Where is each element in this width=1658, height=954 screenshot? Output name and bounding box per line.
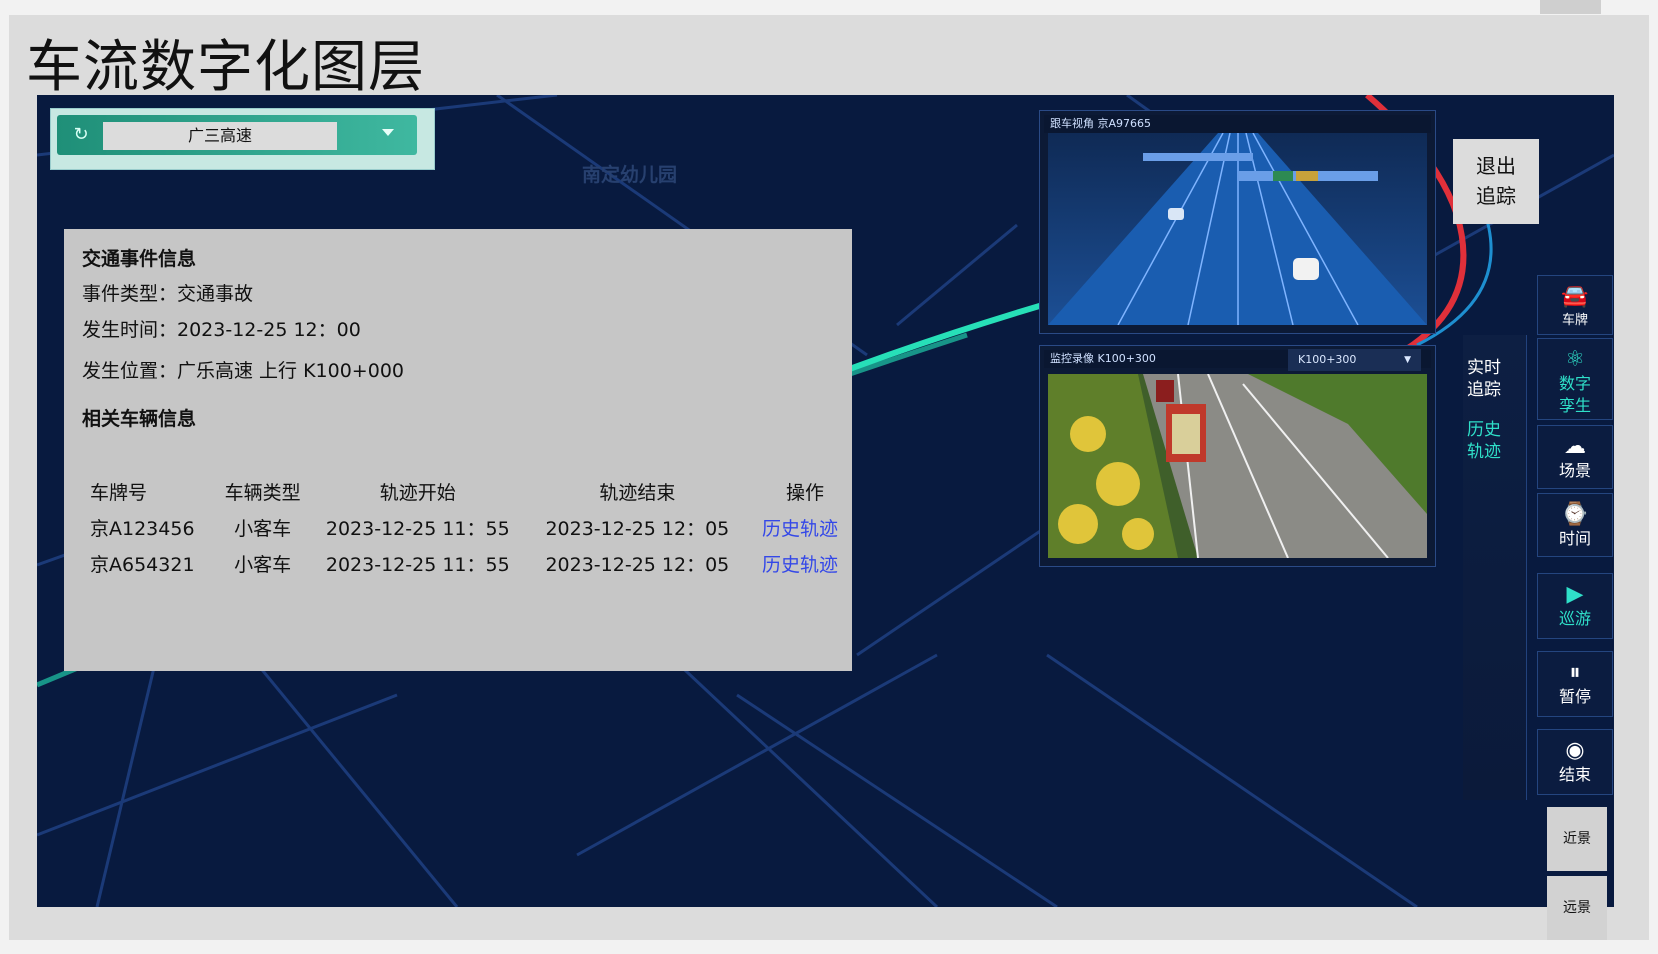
realtime-tracking-item[interactable]: 实时 追踪 [1467,357,1501,401]
realtime-tracking-label: 实时 [1467,358,1501,378]
table-row: 京A654321 小客车 2023-12-25 11：55 2023-12-25… [78,545,838,581]
digital-twin-label: 孪生 [1558,396,1591,415]
history-tracking-label: 轨迹 [1467,442,1501,462]
end-tool-label: 结束 [1558,765,1591,784]
camera-select[interactable]: K100+300 ▼ [1288,349,1421,371]
refresh-icon[interactable]: ↻ [71,125,91,145]
plate-cell: 京A123456 [90,517,195,540]
near-view-button[interactable]: 近景 [1547,807,1607,871]
highway-camera-image [1048,373,1427,559]
pause-tool-label: 暂停 [1558,687,1591,706]
end-tool[interactable]: ◉ 结束 [1537,729,1613,795]
highway-3d-image [1048,132,1427,326]
car-icon: 🚘 [1561,284,1589,309]
play-icon: ▶ [1566,582,1584,607]
history-track-link[interactable]: 历史轨迹 [762,554,838,576]
monitor-video[interactable] [1048,373,1427,559]
top-tab[interactable] [1540,0,1601,14]
pause-icon: ⏸ [1569,660,1581,685]
page-title: 车流数字化图层 [26,35,425,100]
column-header: 车牌号 [90,481,148,504]
follow-car-video[interactable] [1048,132,1427,326]
digital-twin-tool[interactable]: ⚛ 数字 孪生 [1537,338,1613,420]
far-view-button[interactable]: 远景 [1547,876,1607,940]
start-cell: 2023-12-25 11：55 [325,553,510,576]
type-cell: 小客车 [234,517,292,540]
history-tracking-item[interactable]: 历史 轨迹 [1467,419,1501,463]
scene-tool[interactable]: ☁ 场景 [1537,425,1613,489]
event-info-panel: 交通事件信息 事件类型：交通事故 发生时间：2023-12-25 12：00 发… [64,229,852,671]
chevron-down-icon: ▼ [1404,355,1411,365]
table-header-row: 车牌号 车辆类型 轨迹开始 轨迹结束 操作 [78,473,838,509]
poi-label: 南定幼儿园 [582,164,678,186]
plate-cell: 京A654321 [90,553,195,576]
event-section-title: 交通事件信息 [82,248,197,270]
table-row: 京A123456 小客车 2023-12-25 11：55 2023-12-25… [78,509,838,545]
realtime-tracking-label: 追踪 [1467,380,1501,400]
scene-tool-label: 场景 [1558,461,1591,480]
camera-select-value: K100+300 [1298,353,1357,366]
eye-icon: ◉ [1565,738,1585,763]
cloud-icon: ☁ [1564,434,1586,459]
end-cell: 2023-12-25 12：05 [545,553,730,576]
history-tracking-label: 历史 [1467,420,1501,440]
event-time: 发生时间：2023-12-25 12：00 [82,319,361,341]
plate-tool[interactable]: 🚘 车牌 [1537,275,1613,335]
cruise-tool-label: 巡游 [1558,609,1591,628]
chevron-down-icon[interactable] [382,129,394,136]
end-cell: 2023-12-25 12：05 [545,517,730,540]
exit-tracking-button[interactable]: 退出 追踪 [1453,139,1539,224]
atom-icon: ⚛ [1565,347,1585,372]
column-header: 操作 [785,481,824,504]
start-cell: 2023-12-25 11：55 [325,517,510,540]
monitor-video-panel[interactable]: 监控录像 K100+300 K100+300 ▼ [1039,345,1436,567]
time-tool-label: 时间 [1558,529,1591,548]
vehicle-section-title: 相关车辆信息 [82,408,197,430]
exit-tracking-line1: 退出 [1476,154,1516,178]
digital-twin-label: 数字 [1558,374,1591,393]
exit-tracking-line2: 追踪 [1476,184,1516,208]
column-header: 轨迹结束 [599,481,676,504]
follow-car-video-panel[interactable]: 跟车视角 京A97665 [1039,110,1436,334]
road-selector[interactable]: ↻ 广三高速 [50,108,435,170]
vehicle-table: 车牌号 车辆类型 轨迹开始 轨迹结束 操作 京A123456 小客车 2023-… [78,473,838,581]
event-type: 事件类型：交通事故 [82,283,254,305]
follow-car-label: 跟车视角 京A97665 [1044,115,1431,133]
history-track-link[interactable]: 历史轨迹 [762,518,838,540]
time-tool[interactable]: ⌚ 时间 [1537,493,1613,557]
road-selector-value[interactable]: 广三高速 [103,122,337,150]
type-cell: 小客车 [234,553,292,576]
column-header: 轨迹开始 [379,481,456,504]
pause-tool[interactable]: ⏸ 暂停 [1537,651,1613,717]
column-header: 车辆类型 [224,481,301,504]
plate-tool-label: 车牌 [1561,313,1588,328]
cruise-tool[interactable]: ▶ 巡游 [1537,573,1613,639]
road-selector-inner[interactable]: ↻ 广三高速 [57,115,417,155]
event-location: 发生位置：广乐高速 上行 K100+000 [82,360,404,382]
tracking-submenu: 实时 追踪 历史 轨迹 [1463,335,1527,800]
time-icon: ⌚ [1561,502,1589,527]
